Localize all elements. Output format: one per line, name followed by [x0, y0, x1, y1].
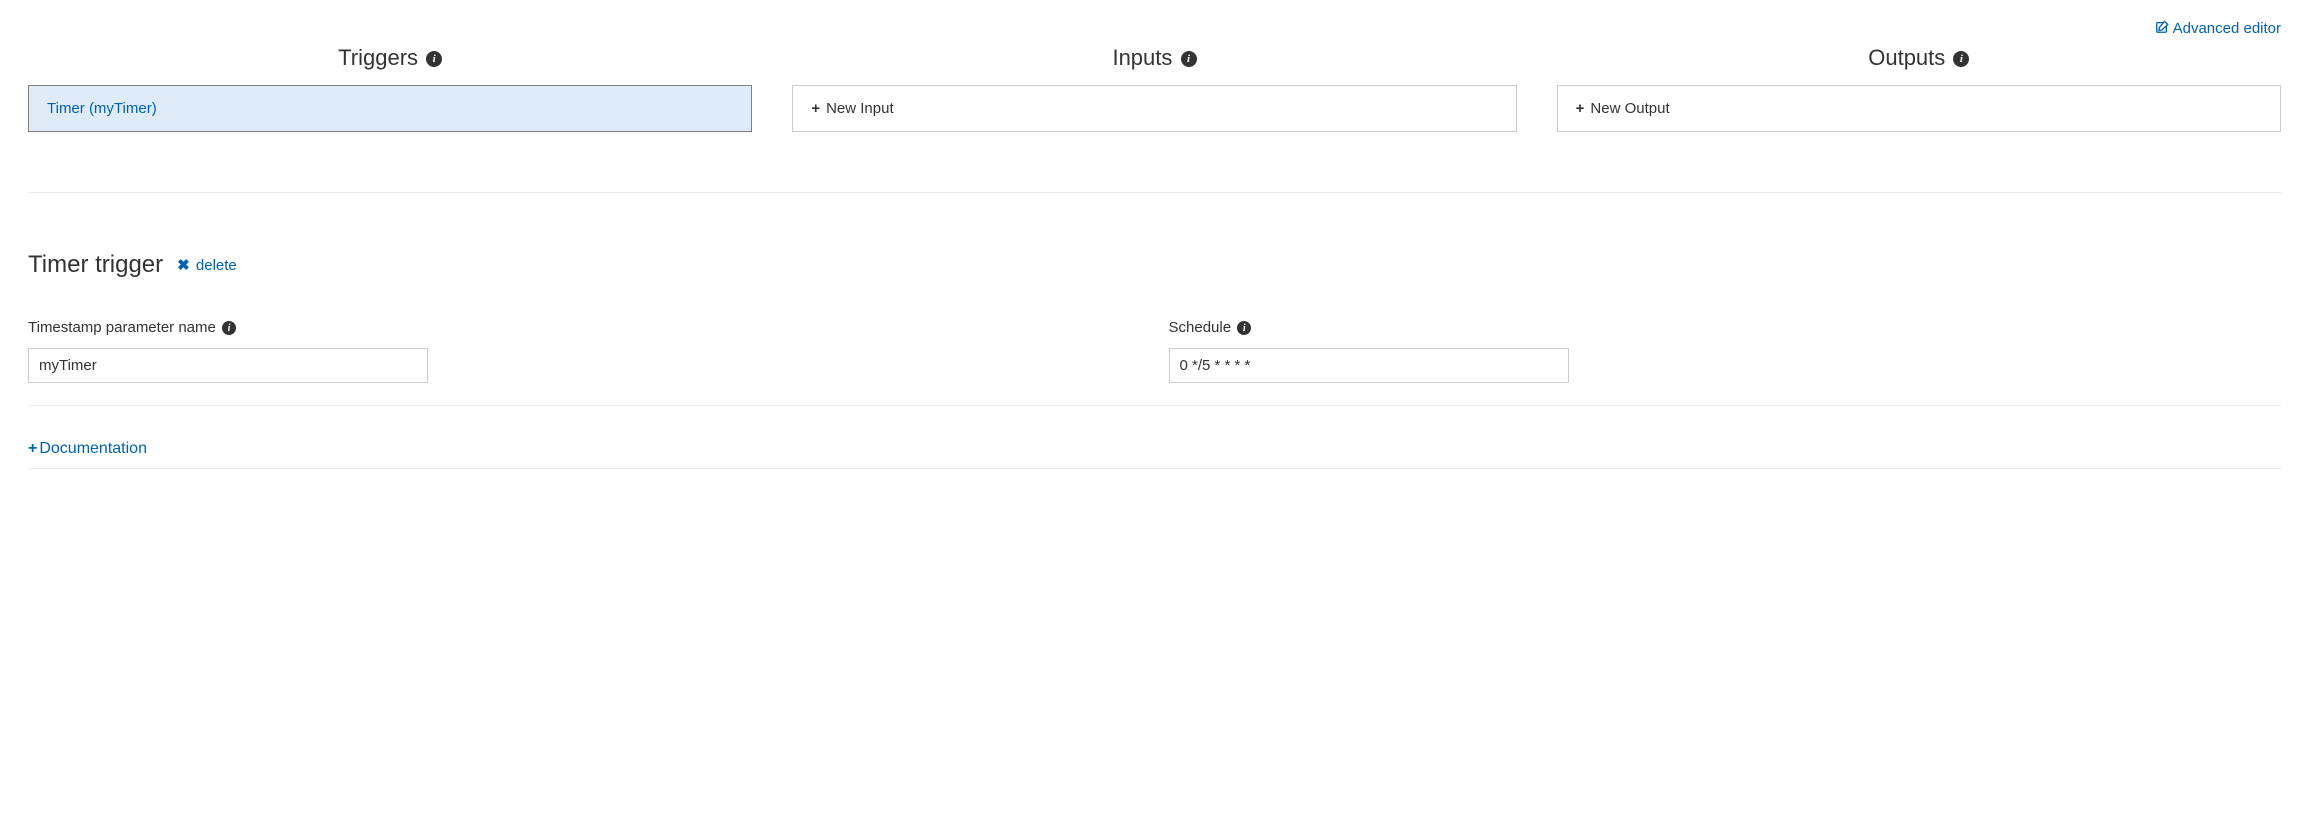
timestamp-label-text: Timestamp parameter name [28, 319, 216, 336]
bindings-columns: Triggers i Timer (myTimer) Inputs i + New… [28, 45, 2281, 193]
delete-label: delete [196, 257, 237, 274]
trigger-item-label: Timer (myTimer) [47, 100, 157, 117]
new-input-button[interactable]: + New Input [792, 85, 1516, 132]
inputs-header-text: Inputs [1112, 45, 1172, 70]
info-icon[interactable]: i [1181, 51, 1197, 67]
schedule-input[interactable] [1169, 348, 1569, 383]
advanced-editor-label: Advanced editor [2173, 20, 2281, 37]
delete-link[interactable]: ✖ delete [177, 256, 237, 274]
new-output-button[interactable]: + New Output [1557, 85, 2281, 132]
schedule-label: Schedule i [1169, 319, 2282, 336]
outputs-header-text: Outputs [1868, 45, 1945, 70]
details-title: Timer trigger [28, 251, 163, 279]
advanced-editor-link[interactable]: Advanced editor [2155, 20, 2281, 37]
documentation-label: Documentation [39, 440, 147, 457]
advanced-editor-container: Advanced editor [28, 20, 2281, 37]
triggers-header-text: Triggers [338, 45, 418, 70]
triggers-header: Triggers i [28, 45, 752, 71]
outputs-column: Outputs i + New Output [1557, 45, 2281, 132]
trigger-item-timer[interactable]: Timer (myTimer) [28, 85, 752, 132]
plus-icon: + [28, 440, 37, 457]
new-input-label: New Input [826, 100, 894, 117]
timestamp-label: Timestamp parameter name i [28, 319, 1141, 336]
plus-icon: + [811, 100, 820, 117]
info-icon[interactable]: i [222, 321, 236, 335]
new-output-label: New Output [1590, 100, 1669, 117]
info-icon[interactable]: i [1953, 51, 1969, 67]
inputs-header: Inputs i [792, 45, 1516, 71]
edit-icon [2155, 20, 2169, 37]
outputs-header: Outputs i [1557, 45, 2281, 71]
info-icon[interactable]: i [1237, 321, 1251, 335]
triggers-column: Triggers i Timer (myTimer) [28, 45, 752, 132]
schedule-label-text: Schedule [1169, 319, 1232, 336]
details-header: Timer trigger ✖ delete [28, 251, 2281, 279]
trigger-details-section: Timer trigger ✖ delete Timestamp paramet… [28, 251, 2281, 406]
fields-row: Timestamp parameter name i Schedule i [28, 319, 2281, 383]
info-icon[interactable]: i [426, 51, 442, 67]
x-icon: ✖ [177, 257, 190, 274]
plus-icon: + [1576, 100, 1585, 117]
schedule-field-group: Schedule i [1169, 319, 2282, 383]
documentation-link[interactable]: +Documentation [28, 440, 147, 457]
timestamp-input[interactable] [28, 348, 428, 383]
documentation-section: +Documentation [28, 440, 2281, 469]
inputs-column: Inputs i + New Input [792, 45, 1516, 132]
timestamp-field-group: Timestamp parameter name i [28, 319, 1141, 383]
